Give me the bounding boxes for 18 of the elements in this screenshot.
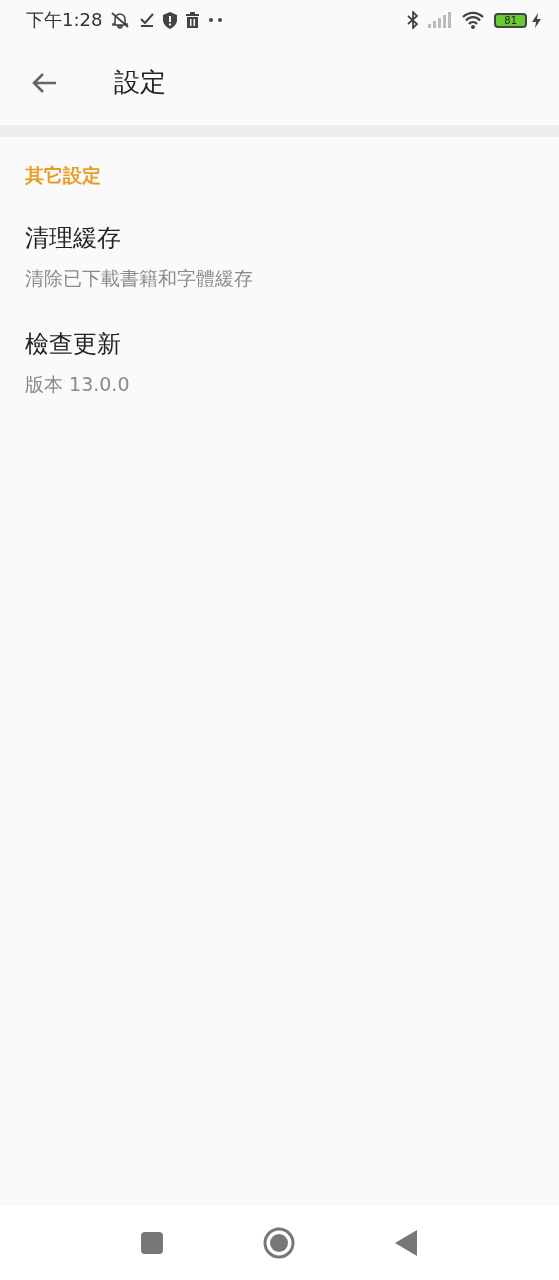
wifi-icon xyxy=(461,11,486,29)
shield-icon xyxy=(163,11,178,29)
settings-item[interactable]: 檢查更新 版本 13.0.0 xyxy=(25,318,534,424)
check-icon xyxy=(140,12,155,28)
section-header: 其它設定 xyxy=(25,163,102,188)
settings-item[interactable]: 清理緩存 清除已下載書籍和字體緩存 xyxy=(25,212,534,318)
page-title: 設定 xyxy=(114,66,166,99)
back-arrow-icon[interactable] xyxy=(31,71,57,94)
more-icon xyxy=(208,17,225,23)
back-icon[interactable] xyxy=(395,1230,417,1256)
status-time: 下午1:28 xyxy=(26,8,103,32)
recent-apps-icon[interactable] xyxy=(141,1232,163,1254)
home-icon[interactable] xyxy=(263,1227,295,1259)
bluetooth-icon xyxy=(407,11,420,29)
trash-icon xyxy=(186,12,200,28)
charging-icon xyxy=(532,12,541,28)
signal-icon xyxy=(428,12,453,28)
battery-indicator: 81 xyxy=(494,12,527,28)
